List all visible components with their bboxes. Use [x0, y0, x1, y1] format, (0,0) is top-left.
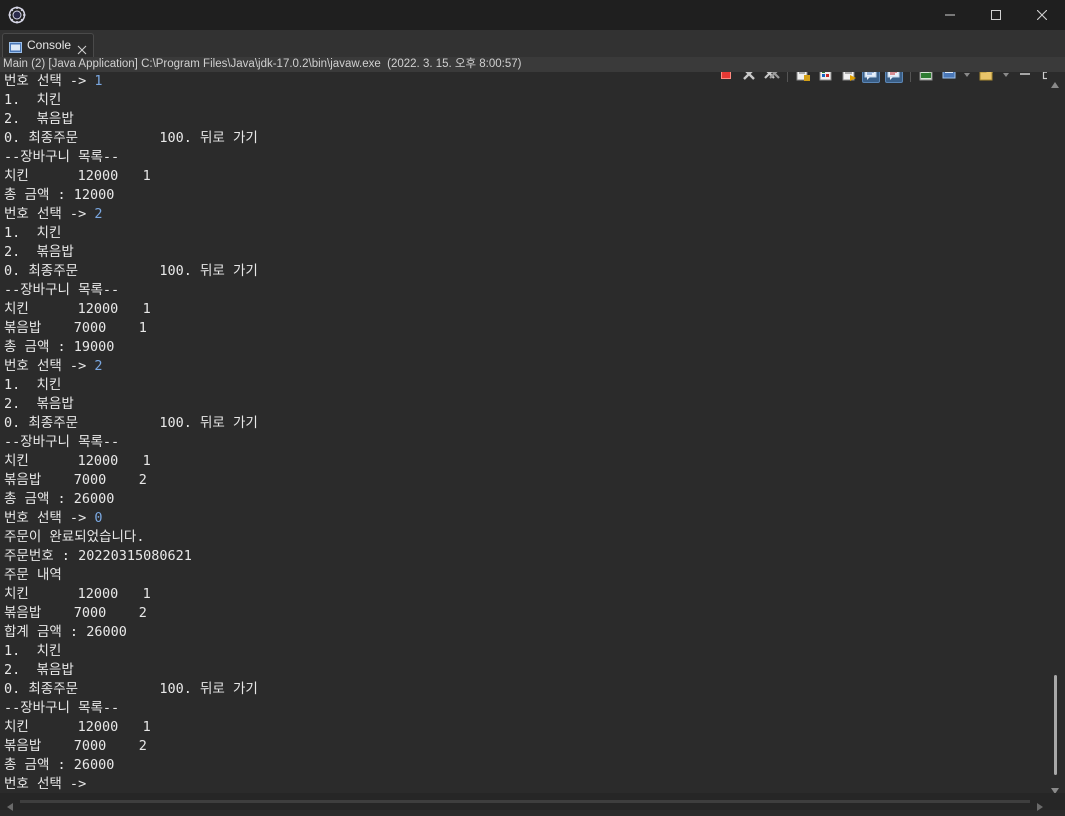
- console-line-text: 치킨 12000 1: [4, 586, 151, 602]
- console-line: 치킨 12000 1: [4, 718, 151, 737]
- console-line: 1. 치킨: [4, 91, 61, 110]
- console-line: 2. 볶음밥: [4, 395, 74, 414]
- console-line-text: 0. 최종주문 100. 뒤로 가기: [4, 415, 258, 431]
- console-icon: [9, 39, 22, 58]
- console-line-text: 1. 치킨: [4, 377, 62, 393]
- console-line-text: 총 금액 : 26000: [4, 491, 115, 507]
- console-line-text: 주문번호 : 20220315080621: [4, 548, 192, 564]
- console-line: 치킨 12000 1: [4, 585, 151, 604]
- console-line: 총 금액 : 26000: [4, 490, 114, 509]
- console-line-text: 번호 선택 ->: [4, 206, 95, 222]
- console-line-text: 1. 치킨: [4, 225, 62, 241]
- console-line-text: 총 금액 : 19000: [4, 339, 115, 355]
- close-window-button[interactable]: [1019, 0, 1065, 30]
- console-line-text: 1. 치킨: [4, 643, 62, 659]
- console-line-text: --장바구니 목록--: [4, 282, 120, 298]
- console-user-input: 0: [94, 510, 103, 526]
- console-line-text: 주문 내역: [4, 567, 62, 583]
- console-line-text: 치킨 12000 1: [4, 453, 151, 469]
- tab-console[interactable]: Console: [2, 33, 94, 57]
- vertical-scrollbar[interactable]: [1047, 72, 1065, 793]
- console-line-text: 번호 선택 ->: [4, 73, 95, 89]
- console-line-text: 볶음밥 7000 2: [4, 605, 147, 621]
- console-line: 합계 금액 : 26000: [4, 623, 127, 642]
- console-line: 볶음밥 7000 1: [4, 319, 147, 338]
- console-line: 1. 치킨: [4, 642, 61, 661]
- console-line: 치킨 12000 1: [4, 167, 151, 186]
- console-line: 2. 볶음밥: [4, 243, 74, 262]
- minimize-window-button[interactable]: [927, 0, 973, 30]
- console-line: 0. 최종주문 100. 뒤로 가기: [4, 262, 258, 281]
- scroll-right-arrow-icon[interactable]: [1036, 797, 1044, 816]
- console-line-text: 치킨 12000 1: [4, 301, 151, 317]
- horizontal-scrollbar-track[interactable]: [20, 800, 1030, 803]
- vertical-scrollbar-thumb[interactable]: [1054, 675, 1057, 775]
- console-line-text: 총 금액 : 12000: [4, 187, 115, 203]
- console-line: 1. 치킨: [4, 224, 61, 243]
- console-line: 0. 최종주문 100. 뒤로 가기: [4, 129, 258, 148]
- maximize-window-button[interactable]: [973, 0, 1019, 30]
- console-line: 주문이 완료되었습니다.: [4, 528, 144, 547]
- console-line: 주문번호 : 20220315080621: [4, 547, 192, 566]
- tab-console-label: Console: [27, 38, 72, 52]
- console-line-text: 2. 볶음밥: [4, 111, 74, 127]
- console-line: 치킨 12000 1: [4, 452, 151, 471]
- console-line: 1. 치킨: [4, 376, 61, 395]
- console-line: 2. 볶음밥: [4, 110, 74, 129]
- eclipse-app-icon: [8, 6, 26, 24]
- console-line-text: 볶음밥 7000 2: [4, 738, 147, 754]
- console-line: 번호 선택 -> 2: [4, 205, 102, 224]
- console-output[interactable]: 번호 선택 -> 1 1. 치킨 2. 볶음밥 0. 최종주문 100. 뒤로 가기 -…: [0, 72, 1047, 793]
- console-line-text: --장바구니 목록--: [4, 700, 120, 716]
- console-line-text: 합계 금액 : 26000: [4, 624, 127, 640]
- console-line-text: 0. 최종주문 100. 뒤로 가기: [4, 130, 258, 146]
- console-line-text: 0. 최종주문 100. 뒤로 가기: [4, 263, 258, 279]
- console-line-text: --장바구니 목록--: [4, 149, 120, 165]
- console-line-text: 볶음밥 7000 2: [4, 472, 147, 488]
- console-line: 볶음밥 7000 2: [4, 604, 147, 623]
- console-line: 총 금액 : 12000: [4, 186, 114, 205]
- console-line: 2. 볶음밥: [4, 661, 74, 680]
- console-line-text: 번호 선택 ->: [4, 510, 95, 526]
- console-line-text: 치킨 12000 1: [4, 168, 151, 184]
- console-user-input: 2: [94, 358, 103, 374]
- console-line: 번호 선택 -> 1: [4, 72, 102, 91]
- console-line: 볶음밥 7000 2: [4, 737, 147, 756]
- launch-description: Main (2) [Java Application] C:\Program F…: [0, 57, 1065, 72]
- scroll-left-arrow-icon[interactable]: [6, 797, 14, 816]
- console-line-text: 볶음밥 7000 1: [4, 320, 147, 336]
- console-line-text: 1. 치킨: [4, 92, 62, 108]
- window-titlebar: [0, 0, 1065, 30]
- console-line-text: 총 금액 : 26000: [4, 757, 115, 773]
- console-line: 0. 최종주문 100. 뒤로 가기: [4, 414, 258, 433]
- console-line: 0. 최종주문 100. 뒤로 가기: [4, 680, 258, 699]
- view-tabbar: Console: [0, 30, 1065, 83]
- console-line: --장바구니 목록--: [4, 699, 119, 718]
- console-line-text: 2. 볶음밥: [4, 244, 74, 260]
- console-line-text: 0. 최종주문 100. 뒤로 가기: [4, 681, 258, 697]
- console-line-text: 번호 선택 ->: [4, 358, 95, 374]
- console-line: 총 금액 : 26000: [4, 756, 114, 775]
- console-line-text: 치킨 12000 1: [4, 719, 151, 735]
- console-line: --장바구니 목록--: [4, 433, 119, 452]
- console-line: --장바구니 목록--: [4, 281, 119, 300]
- console-line-text: --장바구니 목록--: [4, 434, 120, 450]
- console-line-text: 2. 볶음밥: [4, 662, 74, 678]
- console-line: 번호 선택 -> 2: [4, 357, 102, 376]
- scroll-up-arrow-icon[interactable]: [1050, 74, 1060, 93]
- console-line: 총 금액 : 19000: [4, 338, 114, 357]
- console-line: 주문 내역: [4, 566, 62, 585]
- horizontal-scrollbar[interactable]: [0, 793, 1065, 811]
- console-user-input: 1: [94, 73, 103, 89]
- console-line: --장바구니 목록--: [4, 148, 119, 167]
- console-line-text: 2. 볶음밥: [4, 396, 74, 412]
- console-line-text: 주문이 완료되었습니다.: [4, 529, 145, 545]
- console-line: 볶음밥 7000 2: [4, 471, 147, 490]
- console-line: 치킨 12000 1: [4, 300, 151, 319]
- console-user-input: 2: [94, 206, 103, 222]
- console-line-text: 번호 선택 ->: [4, 776, 95, 792]
- console-line: 번호 선택 ->: [4, 775, 94, 793]
- console-line: 번호 선택 -> 0: [4, 509, 102, 528]
